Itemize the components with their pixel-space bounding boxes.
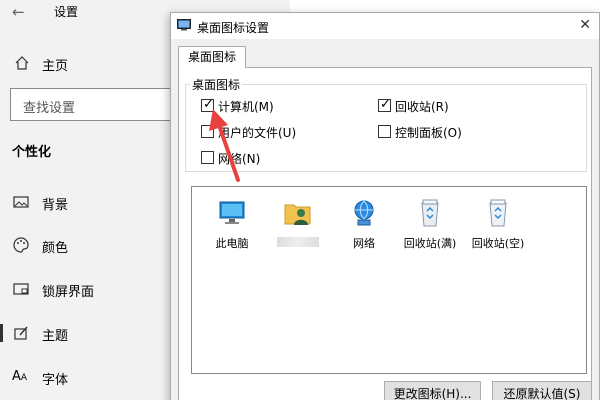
icon-label: 网络 (353, 237, 375, 250)
checkbox-label: 控制面板(O) (395, 126, 462, 140)
checkbox-box[interactable]: ✓ (378, 97, 391, 112)
back-arrow-icon[interactable]: ← (12, 2, 28, 22)
close-icon[interactable]: ✕ (579, 17, 591, 33)
recycle-bin-full-icon (421, 199, 439, 227)
nav-home-label: 主页 (42, 59, 69, 74)
sidebar-item-label: 背景 (42, 198, 69, 213)
checkbox-box[interactable] (201, 151, 214, 164)
section-title: 个性化 (12, 145, 52, 160)
user-folder-icon (284, 204, 311, 225)
checkbox-recycle-bin[interactable]: ✓ 回收站(R) (378, 97, 488, 114)
checkbox-box[interactable] (378, 125, 391, 138)
icon-label: 此电脑 (215, 237, 249, 250)
list-item[interactable] (264, 197, 332, 257)
monitor-icon (219, 201, 245, 224)
checkbox-label: 用户的文件(U) (218, 126, 297, 140)
checkbox-label: 网络(N) (218, 152, 261, 166)
picture-icon (13, 196, 29, 208)
icon-list[interactable]: 此电脑 网络 回收站(满) 回收站(空) (191, 186, 587, 374)
palette-icon (13, 237, 29, 253)
list-item[interactable]: 回收站(空) (464, 197, 532, 257)
blurred-username (277, 237, 319, 247)
change-icon-button[interactable]: 更改图标(H)... (384, 381, 481, 400)
lock-screen-icon (13, 283, 29, 295)
checkbox-user-files[interactable]: 用户的文件(U) (201, 124, 321, 140)
checkbox-box[interactable] (201, 125, 214, 138)
dialog-titlebar[interactable]: 桌面图标设置 ✕ (171, 13, 599, 39)
list-item[interactable]: 此电脑 (198, 197, 266, 257)
checkbox-control-panel[interactable]: 控制面板(O) (378, 124, 488, 140)
search-placeholder: 查找设置 (23, 101, 76, 116)
theme-brush-icon (14, 326, 28, 340)
sidebar-item-label: 锁屏界面 (42, 285, 95, 300)
sidebar-item-label: 颜色 (42, 241, 69, 256)
icon-label: 回收站(满) (403, 237, 457, 250)
checkbox-label: 回收站(R) (395, 100, 449, 114)
sidebar-item-label: 主题 (42, 329, 69, 344)
list-item[interactable]: 回收站(满) (396, 197, 464, 257)
icon-label: 回收站(空) (471, 237, 525, 250)
home-icon (15, 56, 29, 70)
desktop-settings-icon (177, 19, 191, 31)
checkbox-box[interactable]: ✓ (201, 97, 214, 112)
settings-title: 设置 (54, 5, 79, 19)
recycle-bin-empty-icon (489, 199, 507, 227)
list-item[interactable]: 网络 (330, 197, 398, 257)
selected-indicator (0, 324, 3, 342)
checkmark-icon: ✓ (380, 97, 391, 112)
dialog-title: 桌面图标设置 (197, 21, 270, 35)
restore-default-button[interactable]: 还原默认值(S) (492, 381, 592, 400)
group-label: 桌面图标 (190, 76, 243, 93)
tab-desktop-icons[interactable]: 桌面图标 (178, 46, 246, 68)
checkbox-computer[interactable]: ✓ 计算机(M) (201, 97, 311, 114)
checkbox-network[interactable]: 网络(N) (201, 150, 291, 166)
network-globe-icon (354, 200, 374, 226)
checkmark-icon: ✓ (203, 97, 214, 112)
font-icon: AA (12, 369, 28, 384)
checkbox-label: 计算机(M) (218, 100, 274, 114)
sidebar-item-label: 字体 (42, 373, 69, 388)
